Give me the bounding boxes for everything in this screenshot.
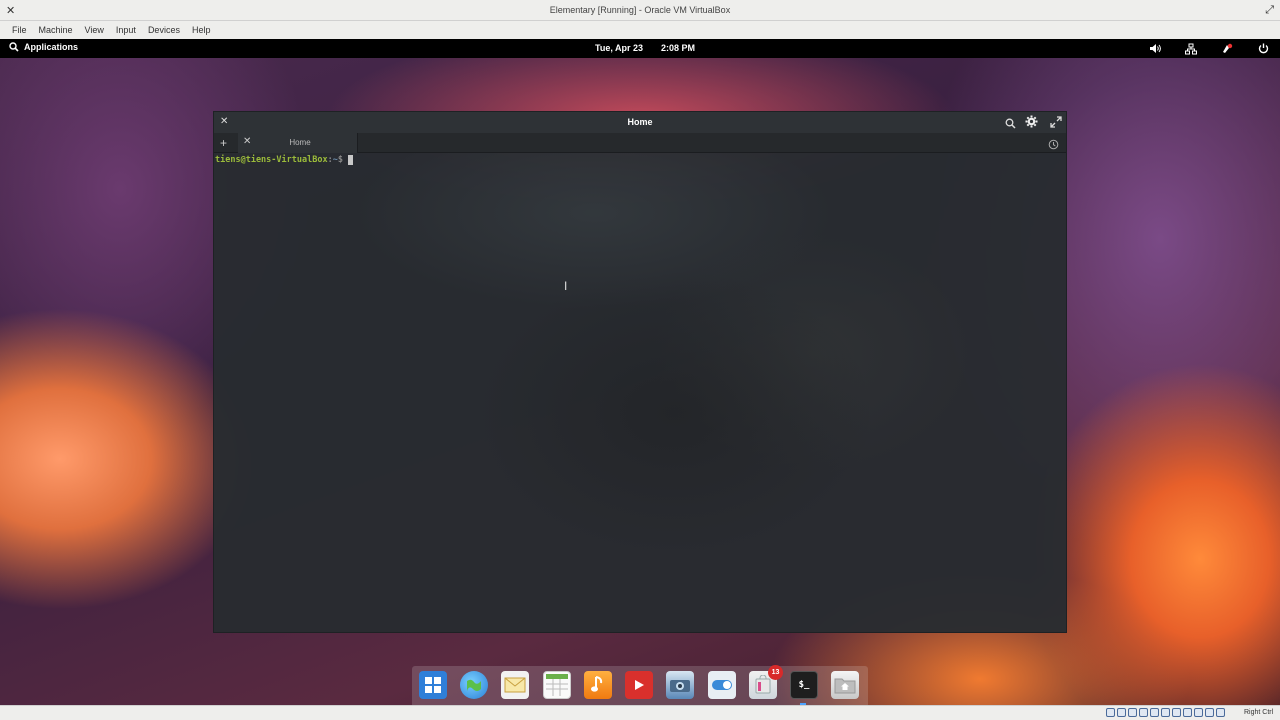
prompt-user: tiens@tiens-VirtualBox [215, 155, 328, 165]
menu-devices[interactable]: Devices [142, 25, 186, 35]
music-icon[interactable] [584, 671, 612, 699]
menu-help[interactable]: Help [186, 25, 217, 35]
mail-icon[interactable] [501, 671, 529, 699]
vbox-statusbar: Right Ctrl [0, 705, 1280, 720]
terminal-headerbar: ✕ Home [214, 112, 1066, 133]
menu-machine[interactable]: Machine [33, 25, 79, 35]
maximize-icon[interactable]: ⤢ [1265, 4, 1274, 17]
usb-icon[interactable] [1150, 708, 1159, 717]
video-capture-icon[interactable] [1183, 708, 1192, 717]
fullscreen-icon[interactable] [1050, 115, 1062, 133]
menu-view[interactable]: View [79, 25, 110, 35]
window-title: Elementary [Running] - Oracle VM Virtual… [549, 5, 731, 15]
tab-home[interactable]: ✕ Home [238, 133, 358, 153]
terminal-title: Home [627, 117, 653, 127]
time-text: 2:08 PM [661, 43, 696, 53]
files-icon[interactable] [831, 671, 859, 699]
terminal-tabbar: + ✕ Home [214, 133, 1066, 153]
prompt-symbol: $ [337, 155, 343, 165]
terminal-icon[interactable]: $_ [790, 671, 818, 699]
optical-drive-icon[interactable] [1117, 708, 1126, 717]
web-browser-icon[interactable] [460, 671, 488, 699]
menu-input[interactable]: Input [110, 25, 142, 35]
system-tray [1148, 42, 1270, 55]
search-icon[interactable] [1005, 116, 1016, 134]
appcenter-icon[interactable]: 13 [749, 665, 783, 699]
keyboard-icon[interactable] [1216, 708, 1225, 717]
vm-status-icons [1106, 708, 1225, 717]
multitasking-view-icon[interactable] [419, 671, 447, 699]
terminal-output[interactable]: tiens@tiens-VirtualBox: ~ $ I [214, 153, 1066, 632]
vt-x-icon[interactable] [1194, 708, 1203, 717]
dock: 13 $_ [412, 665, 868, 705]
desktop-wallpaper: Applications Tue, Apr 23 2:08 PM ✕ Home [0, 39, 1280, 705]
shell-prompt: tiens@tiens-VirtualBox: ~ $ [215, 155, 353, 165]
host-key-label: Right Ctrl [1244, 709, 1274, 716]
volume-icon[interactable] [1148, 42, 1162, 55]
mouse-ibeam-icon: I [564, 279, 568, 293]
date-time-indicator[interactable]: Tue, Apr 23 2:08 PM [595, 43, 695, 53]
vbox-titlebar: ✕ Elementary [Running] - Oracle VM Virtu… [0, 0, 1280, 21]
audio-icon[interactable] [1128, 708, 1137, 717]
videos-icon[interactable] [625, 671, 653, 699]
top-panel: Applications Tue, Apr 23 2:08 PM [0, 39, 1280, 58]
settings-switch-icon[interactable] [708, 671, 736, 699]
network-adapter-icon[interactable] [1139, 708, 1148, 717]
new-tab-icon[interactable]: + [220, 136, 227, 150]
tab-label: Home [289, 138, 311, 147]
applications-menu-button[interactable]: Applications [9, 42, 78, 52]
search-icon [9, 42, 19, 52]
terminal-icon-label: $_ [798, 680, 810, 690]
hard-disk-icon[interactable] [1106, 708, 1115, 717]
mouse-integration-icon[interactable] [1205, 708, 1214, 717]
menu-file[interactable]: File [6, 25, 33, 35]
applications-label: Applications [24, 42, 79, 52]
power-icon[interactable] [1256, 42, 1270, 55]
text-cursor [347, 155, 353, 165]
notifications-icon[interactable] [1220, 42, 1234, 55]
date-text: Tue, Apr 23 [595, 43, 644, 53]
network-icon[interactable] [1184, 42, 1198, 55]
display-icon[interactable] [1172, 708, 1181, 717]
terminal-window: ✕ Home + ✕ Home tiens@tiens-VirtualBox:… [213, 111, 1067, 633]
photos-icon[interactable] [666, 671, 694, 699]
appcenter-badge: 13 [768, 665, 783, 680]
close-icon[interactable]: ✕ [6, 4, 15, 17]
vbox-menubar: File Machine View Input Devices Help [0, 21, 1280, 39]
gear-icon[interactable] [1025, 115, 1038, 133]
calendar-icon[interactable] [543, 671, 571, 699]
shared-folders-icon[interactable] [1161, 708, 1170, 717]
